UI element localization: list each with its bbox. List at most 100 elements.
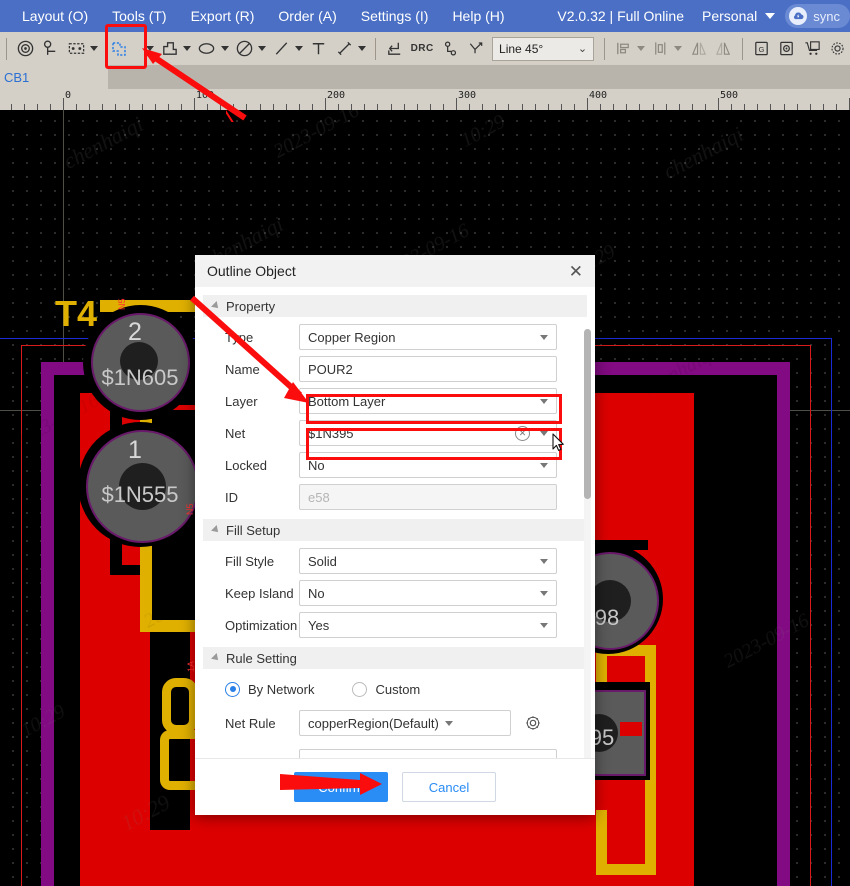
fill-style-select[interactable]: Solid xyxy=(299,548,557,574)
drc-icon[interactable]: DRC xyxy=(409,37,436,61)
menu-item-tools[interactable]: Tools (T) xyxy=(100,0,178,32)
cancel-button[interactable]: Cancel xyxy=(402,772,496,802)
radio-by-network[interactable]: By Network xyxy=(225,681,314,697)
field-row-type: Type Copper Region xyxy=(203,321,587,353)
outline-object-dialog: Outline Object ✕ Property Type Copper Re… xyxy=(195,255,595,815)
chevron-down-icon[interactable] xyxy=(637,46,646,51)
name-input[interactable]: POUR2 xyxy=(299,356,557,382)
type-select[interactable]: Copper Region xyxy=(299,324,557,350)
ruler-label: 100 xyxy=(196,90,215,101)
line-icon[interactable] xyxy=(271,37,292,61)
chevron-down-icon[interactable] xyxy=(295,46,304,51)
ellipse-icon[interactable] xyxy=(196,37,217,61)
optimization-value: Yes xyxy=(308,617,330,633)
chevron-down-icon xyxy=(540,398,548,404)
clear-icon[interactable]: ✕ xyxy=(515,425,530,441)
pad-1[interactable] xyxy=(86,430,199,543)
label-locked: Locked xyxy=(225,457,267,473)
radio-custom-label: Custom xyxy=(375,681,421,697)
net-select[interactable]: $1N395 ✕ xyxy=(299,420,557,446)
field-row-net: Net $1N395 ✕ xyxy=(203,417,587,449)
copper-clearance xyxy=(160,280,192,295)
svg-text:G: G xyxy=(759,45,765,54)
chevron-down-icon[interactable] xyxy=(674,46,683,51)
type-value: Copper Region xyxy=(308,329,396,345)
net-icon[interactable] xyxy=(439,37,460,61)
menu-item-help[interactable]: Help (H) xyxy=(440,0,516,32)
locked-select[interactable]: No xyxy=(299,452,557,478)
pad-2[interactable] xyxy=(91,313,190,412)
ruler-major-tick xyxy=(718,98,719,110)
export-icon[interactable] xyxy=(776,37,797,61)
circle-slash-icon[interactable] xyxy=(234,37,255,61)
ruler-major-tick xyxy=(456,98,457,110)
sync-button[interactable]: sync xyxy=(785,4,850,28)
close-icon[interactable]: ✕ xyxy=(569,263,583,280)
section-header-property[interactable]: Property xyxy=(203,295,587,317)
align-icon[interactable] xyxy=(613,37,634,61)
field-row-net-rule: Net Rule copperRegion(Default) xyxy=(203,705,587,741)
account-menu[interactable]: Personal xyxy=(702,8,776,24)
section-header-fill-setup[interactable]: Fill Setup xyxy=(203,519,587,541)
field-row-layer: Layer Bottom Layer xyxy=(203,385,587,417)
tab-pcb-label: CB1 xyxy=(4,69,30,85)
net-rule-value: copperRegion(Default) xyxy=(308,715,439,731)
drc-label: DRC xyxy=(410,43,434,54)
chevron-down-icon[interactable] xyxy=(357,46,366,51)
line-mode-value: Line 45° xyxy=(499,41,544,56)
collapse-triangle-icon xyxy=(211,653,221,663)
chevron-down-icon xyxy=(540,334,548,340)
dialog-scrollbar-thumb[interactable] xyxy=(584,329,591,499)
menu-item-order[interactable]: Order (A) xyxy=(266,0,348,32)
tab-pcb[interactable]: CB1 xyxy=(0,65,108,89)
chevron-down-icon[interactable] xyxy=(89,46,98,51)
pad-hole xyxy=(119,463,166,510)
ruler-major-tick xyxy=(325,98,326,110)
horizontal-ruler[interactable]: 0100200300400500600 xyxy=(0,89,850,111)
radio-dot-icon xyxy=(352,681,368,697)
optimization-select[interactable]: Yes xyxy=(299,612,557,638)
chevron-down-icon[interactable] xyxy=(257,46,266,51)
ruler-label: 200 xyxy=(327,90,346,101)
settings-gear-icon[interactable] xyxy=(827,37,848,61)
solid-region-icon[interactable] xyxy=(65,37,86,61)
copper-region-icon[interactable] xyxy=(109,37,130,61)
confirm-button[interactable]: Confirm xyxy=(294,772,388,802)
rule-mode-radio-group: By Network Custom xyxy=(203,673,587,705)
net-rule-select[interactable]: copperRegion(Default) xyxy=(299,710,511,736)
layer-select[interactable]: Bottom Layer xyxy=(299,388,557,414)
radio-dot-icon xyxy=(225,681,240,697)
toolbar-divider xyxy=(742,37,743,60)
chevron-down-icon[interactable] xyxy=(183,46,192,51)
menu-item-export[interactable]: Export (R) xyxy=(179,0,267,32)
section-header-rule-setting[interactable]: Rule Setting xyxy=(203,647,587,669)
gerber-icon[interactable]: G xyxy=(751,37,772,61)
copper-area-icon[interactable] xyxy=(159,37,180,61)
chevron-down-icon[interactable] xyxy=(220,46,229,51)
pad-connect xyxy=(620,722,642,736)
pad-icon[interactable] xyxy=(40,37,61,61)
ruler-label: 500 xyxy=(720,90,739,101)
via-icon[interactable] xyxy=(15,37,36,61)
chevron-down-icon xyxy=(540,430,548,436)
cart-icon[interactable] xyxy=(802,37,823,61)
flip-h-icon[interactable] xyxy=(687,37,708,61)
text-icon[interactable] xyxy=(308,37,329,61)
chevron-down-icon[interactable] xyxy=(146,46,155,51)
menu-item-settings[interactable]: Settings (I) xyxy=(349,0,441,32)
dimension-icon[interactable] xyxy=(333,37,354,61)
ruler-major-tick xyxy=(587,98,588,110)
route-icon[interactable] xyxy=(465,37,486,61)
chevron-down-icon xyxy=(540,590,548,596)
place-icon[interactable] xyxy=(384,37,405,61)
distribute-icon[interactable] xyxy=(650,37,671,61)
flip-v-icon[interactable] xyxy=(713,37,734,61)
ruler-label: 0 xyxy=(65,90,72,101)
toolbar: DRC Line 45° ⌄ G xyxy=(0,32,850,66)
line-mode-select[interactable]: Line 45° ⌄ xyxy=(492,36,595,61)
radio-custom[interactable]: Custom xyxy=(352,681,421,697)
menu-item-layout[interactable]: Layout (O) xyxy=(10,0,100,32)
net-rule-settings-gear-icon[interactable] xyxy=(523,713,543,733)
arrow-tip-fragment xyxy=(226,110,238,122)
keep-island-select[interactable]: No xyxy=(299,580,557,606)
